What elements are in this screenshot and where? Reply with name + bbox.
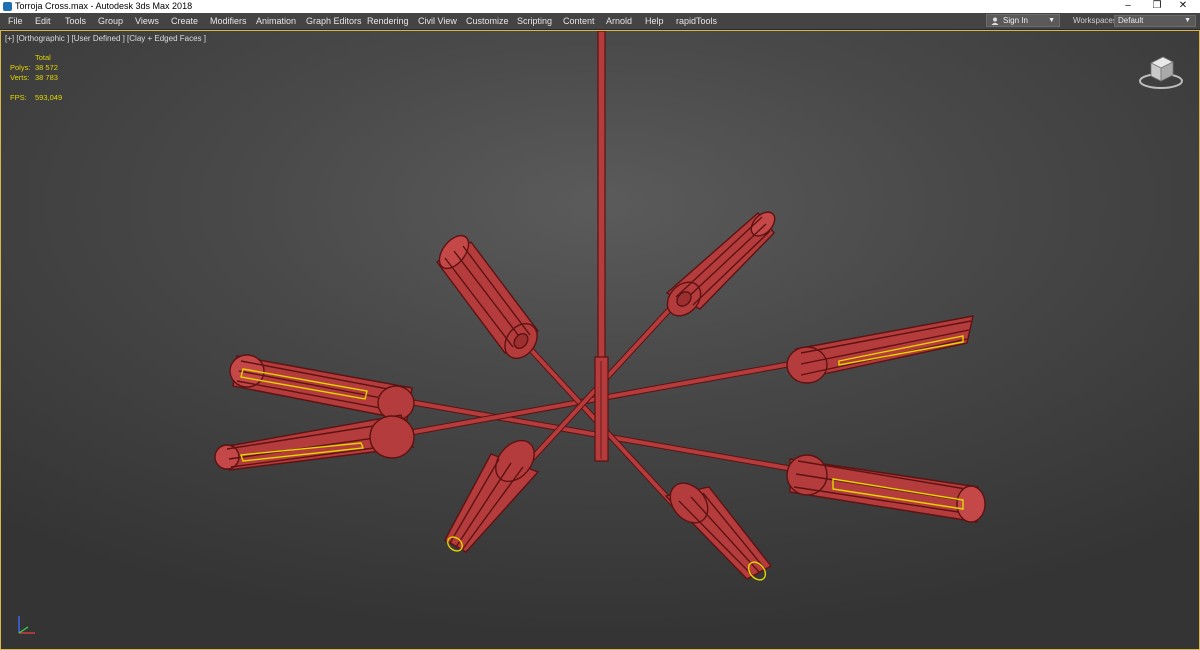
title-bar: Torroja Cross.max - Autodesk 3ds Max 201… (0, 0, 1200, 13)
menu-civil-view[interactable]: Civil View (418, 13, 457, 29)
menu-arnold[interactable]: Arnold (606, 13, 632, 29)
sign-in-dropdown[interactable]: Sign In ▼ (986, 14, 1060, 27)
menu-create[interactable]: Create (171, 13, 198, 29)
menu-customize[interactable]: Customize (466, 13, 509, 29)
chandelier-hub (594, 356, 609, 462)
perspective-viewport[interactable]: [+] [Orthographic ] [User Defined ] [Cla… (0, 30, 1200, 650)
workspaces-label: Workspaces: (1073, 16, 1120, 25)
chandelier-rod (597, 31, 606, 362)
chevron-down-icon: ▼ (1184, 17, 1191, 24)
workspace-value: Default (1118, 16, 1144, 25)
menu-scripting[interactable]: Scripting (517, 13, 552, 29)
workspaces-select[interactable]: Default ▼ (1114, 15, 1196, 27)
shade-lower-left (444, 439, 540, 553)
sign-in-label: Sign In (1003, 16, 1028, 25)
menu-modifiers[interactable]: Modifiers (210, 13, 247, 29)
shade-left-lower (214, 414, 415, 471)
shade-upper-right (665, 211, 776, 317)
menu-group[interactable]: Group (98, 13, 123, 29)
menu-tools[interactable]: Tools (65, 13, 86, 29)
chandelier-model[interactable] (1, 31, 1199, 649)
menu-animation[interactable]: Animation (256, 13, 296, 29)
viewcube-icon[interactable] (1137, 49, 1185, 93)
menu-content[interactable]: Content (563, 13, 595, 29)
menu-edit[interactable]: Edit (35, 13, 51, 29)
menu-rapidtools[interactable]: rapidTools (676, 13, 717, 29)
menu-rendering[interactable]: Rendering (367, 13, 409, 29)
axis-tripod-icon (18, 616, 35, 634)
user-icon (991, 17, 999, 25)
menu-file[interactable]: File (8, 13, 23, 29)
shade-left-upper (229, 354, 415, 421)
3ds-max-icon (3, 2, 12, 11)
menu-graph-editors[interactable]: Graph Editors (306, 13, 362, 29)
shade-right-lower (786, 454, 986, 523)
window-title: Torroja Cross.max - Autodesk 3ds Max 201… (15, 1, 193, 11)
menu-views[interactable]: Views (135, 13, 159, 29)
close-button[interactable]: ✕ (1166, 0, 1200, 13)
shade-lower-right (664, 482, 773, 581)
chevron-down-icon: ▼ (1048, 17, 1055, 24)
shade-upper-left (435, 234, 540, 359)
menu-help[interactable]: Help (645, 13, 664, 29)
shade-right-upper (786, 315, 974, 384)
menu-bar: File Edit Tools Group Views Create Modif… (0, 13, 1200, 30)
